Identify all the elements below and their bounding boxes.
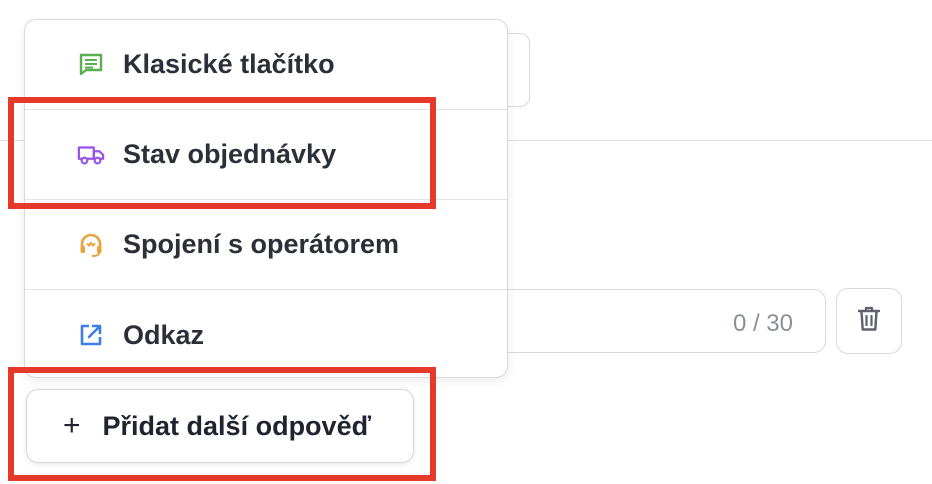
message-icon <box>77 51 105 79</box>
add-answer-label: Přidat další odpověď <box>102 410 371 441</box>
menu-item-order-status[interactable]: Stav objednávky <box>25 110 507 200</box>
headset-icon <box>77 231 105 259</box>
character-counter: 0 / 30 <box>732 310 793 337</box>
menu-item-label: Klasické tlačítko <box>123 49 335 79</box>
menu-item-operator[interactable]: Spojení s operátorem <box>25 200 507 290</box>
menu-item-label: Stav objednávky <box>123 139 337 169</box>
delete-button[interactable] <box>836 288 902 354</box>
reply-type-menu: Klasické tlačítko Stav objednávky Spojen… <box>24 19 508 378</box>
add-answer-button[interactable]: + Přidat další odpověď <box>26 389 414 463</box>
menu-item-link[interactable]: Odkaz <box>25 290 507 377</box>
plus-icon: + <box>63 409 81 442</box>
menu-item-label: Odkaz <box>123 319 205 350</box>
menu-item-classic-button[interactable]: Klasické tlačítko <box>25 20 507 110</box>
trash-icon <box>857 306 881 337</box>
answer-input[interactable]: 0 / 30 <box>480 289 826 353</box>
external-link-icon <box>77 321 105 349</box>
menu-item-label: Spojení s operátorem <box>123 229 400 259</box>
truck-icon <box>77 141 105 169</box>
